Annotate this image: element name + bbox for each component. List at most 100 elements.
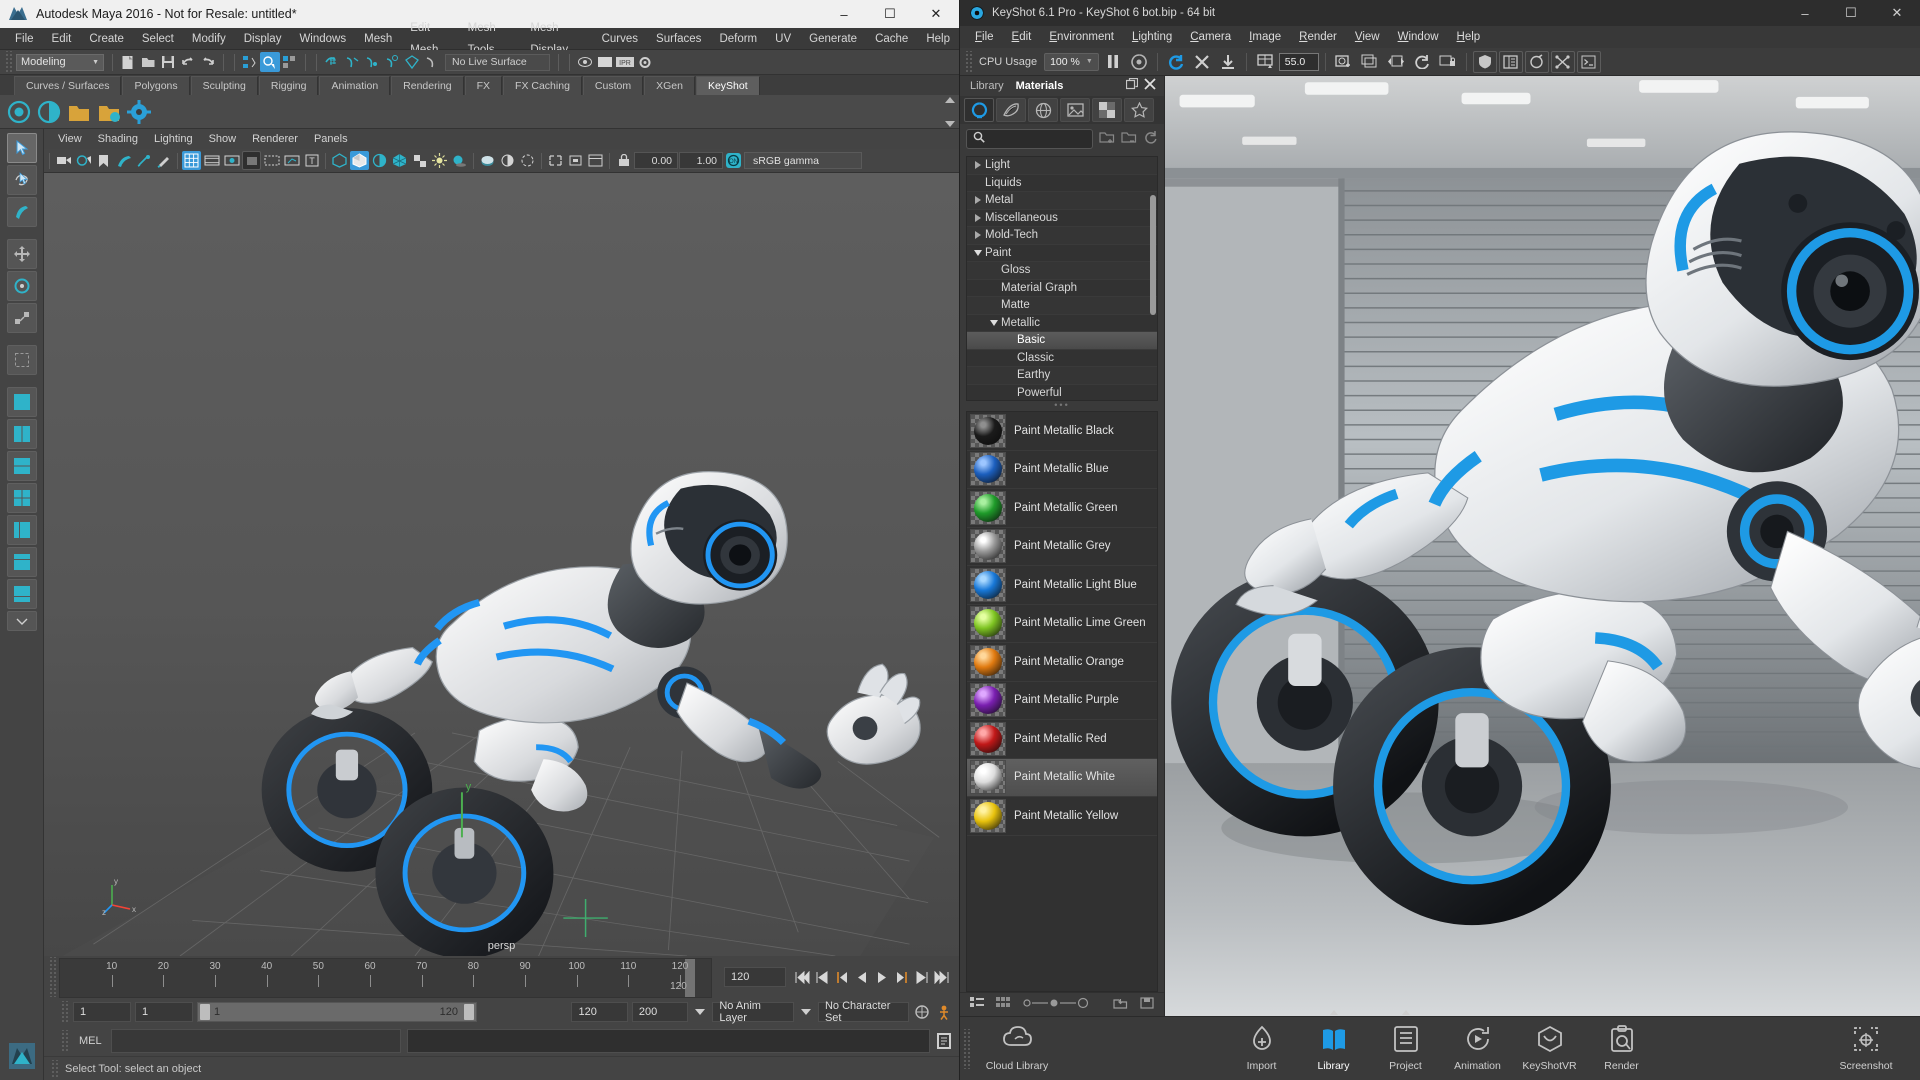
save-material-icon[interactable] [1140, 996, 1154, 1014]
step-forward-frame-button[interactable] [892, 968, 911, 987]
snap-to-projected-center-button[interactable] [382, 52, 402, 72]
keyshot-menu-environment[interactable]: Environment [1040, 26, 1123, 48]
colors-category-tab[interactable] [996, 98, 1026, 122]
tree-item-basic[interactable]: Basic [967, 332, 1157, 350]
chevron-right-icon[interactable] [971, 196, 985, 205]
smooth-shading-icon[interactable] [350, 151, 369, 170]
keyshot-folder-add-icon[interactable] [94, 97, 124, 127]
two-d-pan-zoom-icon[interactable] [134, 151, 153, 170]
keyshot-menu-render[interactable]: Render [1290, 26, 1346, 48]
add-folder-icon[interactable] [1099, 130, 1115, 149]
range-handle-right[interactable] [464, 1004, 475, 1020]
maya-menu-edit[interactable]: Edit [43, 28, 81, 50]
cpu-usage-value[interactable]: 100 % ▼ [1044, 52, 1099, 71]
shelf-tab-sculpting[interactable]: Sculpting [190, 76, 258, 95]
screen-space-ao-icon[interactable] [478, 151, 497, 170]
material-item[interactable]: Paint Metallic Green [967, 489, 1157, 528]
maya-menu-deform[interactable]: Deform [710, 28, 766, 50]
tree-item-liquids[interactable]: Liquids [967, 174, 1157, 192]
multisample-aa-icon[interactable] [518, 151, 537, 170]
render-view-button[interactable] [575, 52, 595, 72]
xray-joints-icon[interactable] [282, 151, 301, 170]
keyshot-menu-lighting[interactable]: Lighting [1123, 26, 1181, 48]
shelf-tab-rigging[interactable]: Rigging [258, 76, 319, 95]
chevron-right-icon[interactable] [971, 161, 985, 170]
snap-to-view-plane-button[interactable] [402, 52, 422, 72]
undo-button[interactable] [178, 52, 198, 72]
layout-two-pane-side[interactable] [6, 419, 37, 449]
textures-category-tab[interactable] [1092, 98, 1122, 122]
maya-menu-help[interactable]: Help [917, 28, 959, 50]
step-back-key-button[interactable] [812, 968, 831, 987]
tree-item-light[interactable]: Light [967, 157, 1157, 175]
material-item[interactable]: Paint Metallic Red [967, 720, 1157, 759]
shelf-tab-custom[interactable]: Custom [582, 76, 644, 95]
live-surface-field[interactable]: No Live Surface [445, 53, 550, 71]
chevron-down-icon[interactable] [987, 319, 1001, 326]
refresh-library-icon[interactable] [1143, 130, 1158, 149]
material-shield-button[interactable] [1472, 50, 1497, 73]
tree-item-classic[interactable]: Classic [967, 349, 1157, 367]
material-item[interactable]: Paint Metallic Grey [967, 528, 1157, 566]
isolate-select-icon[interactable] [546, 151, 565, 170]
new-scene-button[interactable] [118, 52, 138, 72]
gate-mask-icon[interactable] [242, 151, 261, 170]
undock-panel-icon[interactable] [1125, 77, 1139, 95]
materials-category-tab[interactable] [964, 98, 994, 122]
scripting-console-button[interactable] [1576, 50, 1601, 73]
keyshot-maximize-button[interactable]: ☐ [1828, 0, 1874, 26]
maya-3d-viewport[interactable]: y y x z persp [44, 173, 959, 956]
select-by-object-type-button[interactable] [260, 52, 280, 72]
layout-persp-graph[interactable] [6, 579, 37, 609]
shelf-scroll-down-icon[interactable] [945, 121, 955, 127]
bottom-bar-cloud-library-button[interactable]: Cloud Library [981, 1019, 1053, 1079]
motion-blur-icon[interactable] [498, 151, 517, 170]
scale-tool[interactable] [6, 303, 37, 333]
bottom-bar-library-button[interactable]: Library [1298, 1019, 1370, 1079]
keyshot-menu-window[interactable]: Window [1389, 26, 1448, 48]
layout-four-pane[interactable] [6, 483, 37, 513]
material-item[interactable]: Paint Metallic Light Blue [967, 566, 1157, 605]
layout-hypershade[interactable] [6, 547, 37, 577]
chevron-down-icon[interactable] [695, 1009, 706, 1015]
snap-toggle-button[interactable] [422, 52, 442, 72]
move-tool-button[interactable] [1190, 51, 1214, 73]
layout-more-button[interactable] [6, 611, 37, 631]
exposure-lock-icon[interactable] [614, 151, 633, 170]
maya-menu-uv[interactable]: UV [766, 28, 800, 50]
maya-menu-cache[interactable]: Cache [866, 28, 917, 50]
save-scene-button[interactable] [158, 52, 178, 72]
maya-menu-display[interactable]: Display [235, 28, 291, 50]
maya-menu-surfaces[interactable]: Surfaces [647, 28, 710, 50]
move-tool[interactable] [6, 239, 37, 269]
go-to-end-button[interactable] [932, 968, 951, 987]
bottom-bar-animation-button[interactable]: Animation [1442, 1019, 1514, 1079]
character-set-field[interactable]: No Character Set [817, 1000, 909, 1024]
bottom-bar-grip[interactable] [962, 1028, 971, 1069]
material-item[interactable]: Paint Metallic Blue [967, 451, 1157, 489]
shelf-tab-fx-caching[interactable]: FX Caching [503, 76, 582, 95]
layout-outliner-persp[interactable] [6, 515, 37, 545]
material-template-button[interactable] [1524, 50, 1549, 73]
lights-icon[interactable] [430, 151, 449, 170]
animation-preferences-button[interactable] [935, 1003, 953, 1022]
tree-item-miscellaneous[interactable]: Miscellaneous [967, 209, 1157, 227]
bookmark-icon[interactable] [94, 151, 113, 170]
maya-menu-select[interactable]: Select [133, 28, 183, 50]
shelf-tab-curves-surfaces[interactable]: Curves / Surfaces [14, 76, 122, 95]
keyshot-menu-camera[interactable]: Camera [1181, 26, 1240, 48]
material-item[interactable]: Paint Metallic Yellow [967, 797, 1157, 836]
bottom-bar-project-button[interactable]: Project [1370, 1019, 1442, 1079]
keyshot-render-viewport[interactable] [1165, 76, 1920, 1016]
range-start-field[interactable]: 1 [73, 1002, 132, 1022]
remove-folder-icon[interactable] [1121, 130, 1137, 149]
keyshot-menu-edit[interactable]: Edit [1003, 26, 1041, 48]
resolution-gate-icon[interactable] [222, 151, 241, 170]
command-line-grip[interactable] [60, 1030, 69, 1052]
tree-item-gloss[interactable]: Gloss [967, 262, 1157, 280]
redo-button[interactable] [198, 52, 218, 72]
material-item[interactable]: Paint Metallic Purple [967, 682, 1157, 720]
text-overlay-icon[interactable]: T [302, 151, 321, 170]
play-forwards-button[interactable] [872, 968, 891, 987]
close-panel-icon[interactable] [1144, 77, 1156, 95]
